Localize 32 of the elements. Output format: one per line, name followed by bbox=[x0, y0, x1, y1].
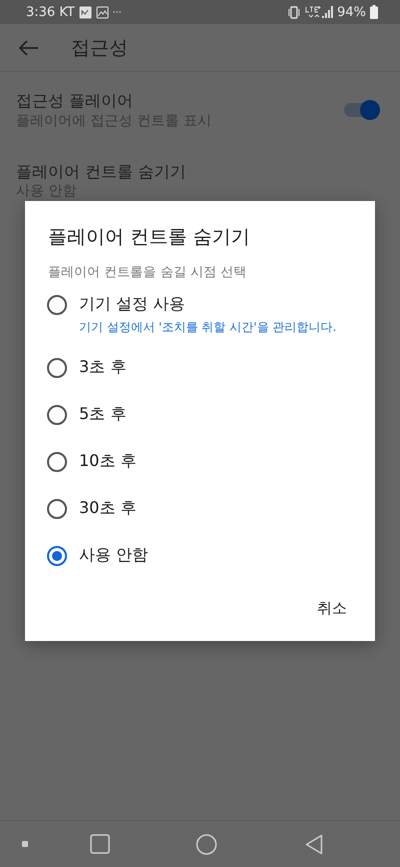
radio-button[interactable] bbox=[47, 546, 67, 566]
carrier-label: KT bbox=[59, 4, 75, 20]
setting-title: 플레이어 컨트롤 숨기기 bbox=[16, 161, 188, 183]
home-icon[interactable] bbox=[196, 834, 217, 854]
screen-title: 접근성 bbox=[71, 36, 128, 60]
recents-icon[interactable] bbox=[90, 834, 110, 854]
vibrate-icon bbox=[287, 6, 302, 18]
app-notification-icon bbox=[78, 6, 92, 18]
option-label[interactable]: 3초 후 bbox=[79, 357, 126, 378]
option-label[interactable]: 사용 안함 bbox=[79, 545, 148, 566]
option-label[interactable]: 5초 후 bbox=[79, 404, 126, 425]
more-dots-icon bbox=[112, 10, 121, 14]
radio-button[interactable] bbox=[47, 452, 67, 472]
battery-percent: 94% bbox=[337, 4, 366, 20]
radio-button[interactable] bbox=[47, 358, 67, 378]
dialog-subtitle: 플레이어 컨트롤을 숨길 시점 선택 bbox=[47, 264, 248, 282]
dialog-title: 플레이어 컨트롤 숨기기 bbox=[47, 225, 252, 250]
option-label[interactable]: 30초 후 bbox=[79, 498, 136, 519]
battery-icon bbox=[370, 5, 378, 19]
image-icon bbox=[96, 6, 109, 18]
option-label[interactable]: 기기 설정 사용 bbox=[79, 294, 186, 315]
option-hint: 기기 설정에서 '조치를 취할 시간'을 관리합니다. bbox=[79, 319, 338, 336]
lte-signal-icon bbox=[305, 5, 334, 19]
radio-button[interactable] bbox=[47, 404, 67, 424]
radio-button[interactable] bbox=[47, 498, 67, 518]
back-arrow-icon[interactable] bbox=[19, 40, 39, 56]
option-label[interactable]: 10초 후 bbox=[79, 451, 136, 472]
status-time: 3:36 bbox=[26, 4, 56, 20]
setting-title: 접근성 플레이어 bbox=[16, 90, 134, 112]
back-icon[interactable] bbox=[305, 834, 323, 854]
cancel-button[interactable]: 취소 bbox=[301, 593, 363, 624]
radio-button[interactable] bbox=[47, 294, 67, 314]
